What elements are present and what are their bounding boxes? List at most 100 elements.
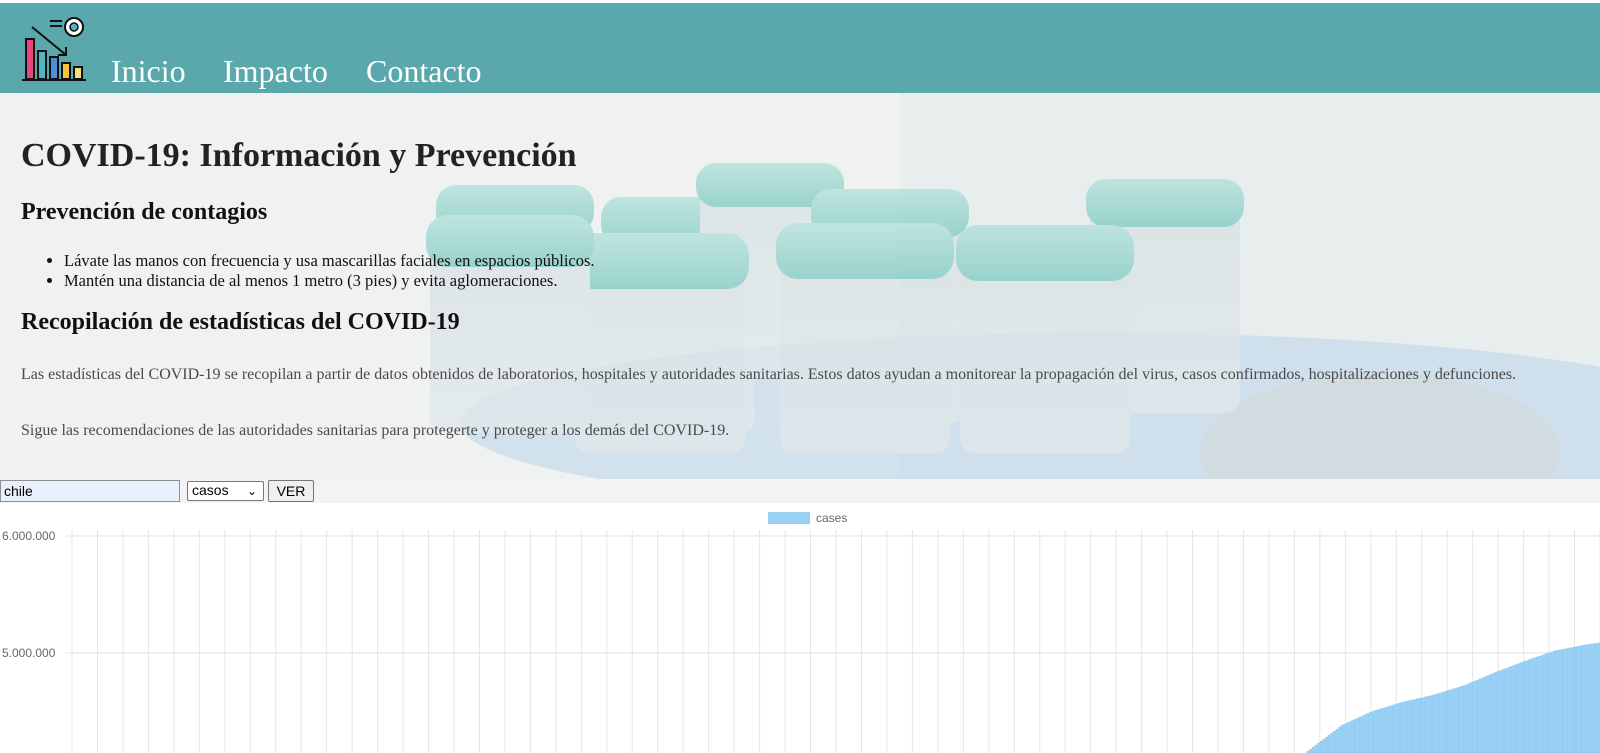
- y-tick-label: 6.000.000: [2, 529, 56, 543]
- bar: [1507, 667, 1510, 753]
- bar: [1470, 682, 1474, 753]
- chart-gear-logo-icon[interactable]: [20, 15, 88, 83]
- bar: [1525, 660, 1528, 753]
- bar: [1322, 738, 1325, 753]
- bar: [1540, 655, 1544, 753]
- bar: [1468, 683, 1471, 753]
- bar: [1520, 662, 1523, 753]
- bar: [1462, 685, 1466, 753]
- legend-swatch: [768, 512, 810, 524]
- bar: [1577, 646, 1580, 753]
- bar: [1348, 721, 1351, 753]
- bar: [1582, 645, 1585, 753]
- data-type-selected: casos: [192, 482, 229, 498]
- bar: [1556, 650, 1559, 753]
- bar: [1486, 675, 1489, 753]
- bar: [1436, 693, 1440, 753]
- bar: [1361, 715, 1364, 753]
- bar: [1374, 710, 1377, 753]
- bar: [1439, 692, 1442, 753]
- bar: [1533, 657, 1536, 753]
- bar: [1429, 695, 1432, 753]
- bar: [1566, 648, 1570, 753]
- bar: [1317, 742, 1320, 753]
- bar: [1535, 656, 1539, 753]
- list-item: Mantén una distancia de al menos 1 metro…: [64, 271, 595, 291]
- bar: [1325, 736, 1328, 753]
- bar: [1592, 643, 1596, 753]
- bar: [1473, 681, 1476, 753]
- navbar: Inicio Impacto Contacto: [0, 3, 1600, 93]
- country-input[interactable]: [0, 480, 180, 502]
- prevention-heading: Prevención de contagios: [21, 199, 268, 225]
- advice-paragraph: Sigue las recomendaciones de las autorid…: [21, 422, 730, 439]
- bar: [1421, 697, 1424, 753]
- bar: [1384, 707, 1388, 753]
- bar: [1400, 702, 1403, 753]
- stats-paragraph: Las estadísticas del COVID-19 se recopil…: [21, 366, 1517, 383]
- bar: [1517, 663, 1520, 753]
- bar: [1442, 691, 1445, 753]
- bar: [1475, 679, 1479, 753]
- bar: [1338, 727, 1341, 753]
- bar: [1343, 724, 1346, 753]
- bar: [1460, 686, 1463, 753]
- bar: [1351, 720, 1354, 753]
- bar: [1491, 673, 1494, 753]
- bar: [1546, 653, 1549, 753]
- bar: [1330, 732, 1333, 753]
- bar: [1553, 650, 1557, 753]
- y-tick-label: 5.000.000: [2, 646, 56, 660]
- cases-chart: cases 6.000.000 5.000.000: [0, 503, 1600, 753]
- bar: [1379, 708, 1383, 753]
- bar: [1504, 668, 1507, 753]
- bar: [1327, 734, 1331, 753]
- nav-link-impacto[interactable]: Impacto: [223, 51, 328, 91]
- bar: [1522, 661, 1526, 753]
- bar: [1447, 690, 1450, 753]
- bar: [1444, 691, 1448, 753]
- hero-section: COVID-19: Información y Prevención Preve…: [0, 93, 1600, 479]
- chart-controls: casos ⌄ VER: [0, 479, 1600, 503]
- bar: [1574, 646, 1578, 753]
- bar: [1590, 643, 1593, 753]
- bar: [1527, 659, 1531, 753]
- bar: [1501, 669, 1505, 753]
- bar: [1434, 694, 1437, 753]
- bar: [1572, 647, 1575, 753]
- prevention-list: Lávate las manos con frecuencia y usa ma…: [21, 251, 595, 291]
- bar: [1483, 676, 1487, 753]
- bar: [1595, 643, 1598, 753]
- nav-link-inicio[interactable]: Inicio: [111, 51, 186, 91]
- bar: [1449, 689, 1453, 753]
- bar: [1564, 648, 1567, 753]
- bar: [1366, 713, 1370, 753]
- bar: [1413, 699, 1416, 753]
- bar: [1457, 687, 1461, 753]
- view-button[interactable]: VER: [268, 480, 314, 502]
- chevron-down-icon: ⌄: [246, 484, 257, 498]
- bar: [1551, 651, 1554, 753]
- bar: [1340, 725, 1344, 753]
- bar: [1496, 671, 1500, 753]
- bar: [1371, 711, 1375, 753]
- bar: [1579, 645, 1583, 753]
- bar: [1397, 703, 1401, 753]
- bar: [1455, 687, 1458, 753]
- bar: [1335, 729, 1338, 753]
- bar: [1530, 658, 1533, 753]
- bar: [1548, 652, 1552, 753]
- bar: [1587, 644, 1591, 753]
- bar: [1481, 677, 1484, 753]
- stats-heading: Recopilación de estadísticas del COVID-1…: [21, 309, 460, 335]
- bar: [1309, 748, 1312, 753]
- bar: [1395, 703, 1398, 753]
- bar: [1408, 700, 1411, 753]
- nav-link-contacto[interactable]: Contacto: [366, 51, 482, 91]
- bar: [1312, 746, 1315, 753]
- bar: [1478, 678, 1481, 753]
- bar: [1569, 647, 1572, 753]
- bar: [1426, 696, 1429, 753]
- data-type-select[interactable]: casos ⌄: [187, 481, 264, 501]
- bar: [1364, 714, 1367, 753]
